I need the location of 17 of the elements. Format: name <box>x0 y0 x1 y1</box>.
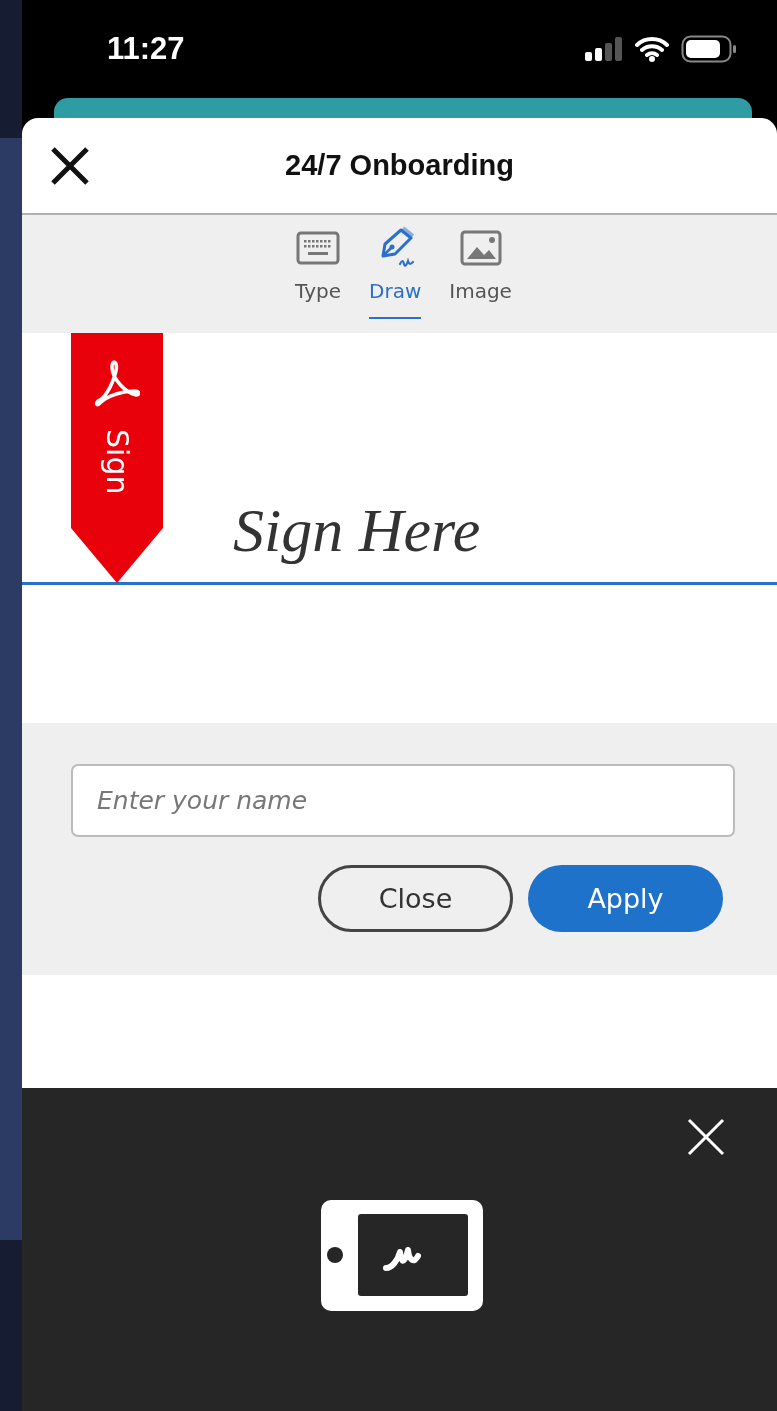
tab[interactable]: Image <box>449 215 512 319</box>
signature-hint: Sign Here <box>233 495 481 566</box>
close-button[interactable]: Close <box>318 865 513 932</box>
flag-label: Sign <box>102 429 132 495</box>
signal-icon <box>585 37 623 61</box>
image-icon <box>459 230 502 266</box>
close-button[interactable] <box>50 146 90 186</box>
name-field[interactable]: Enter your name <box>71 764 735 837</box>
keyboard-icon <box>296 231 341 265</box>
wifi-icon <box>635 36 669 62</box>
tablet-signature-icon <box>320 1200 483 1311</box>
apply-button[interactable]: Apply <box>528 865 723 932</box>
tab[interactable]: Type <box>295 215 341 319</box>
clock: 11:27 <box>107 31 185 67</box>
tab[interactable]: Draw <box>369 215 422 319</box>
dialog-title: 24/7 Onboarding <box>285 149 514 182</box>
battery-icon <box>681 35 737 63</box>
